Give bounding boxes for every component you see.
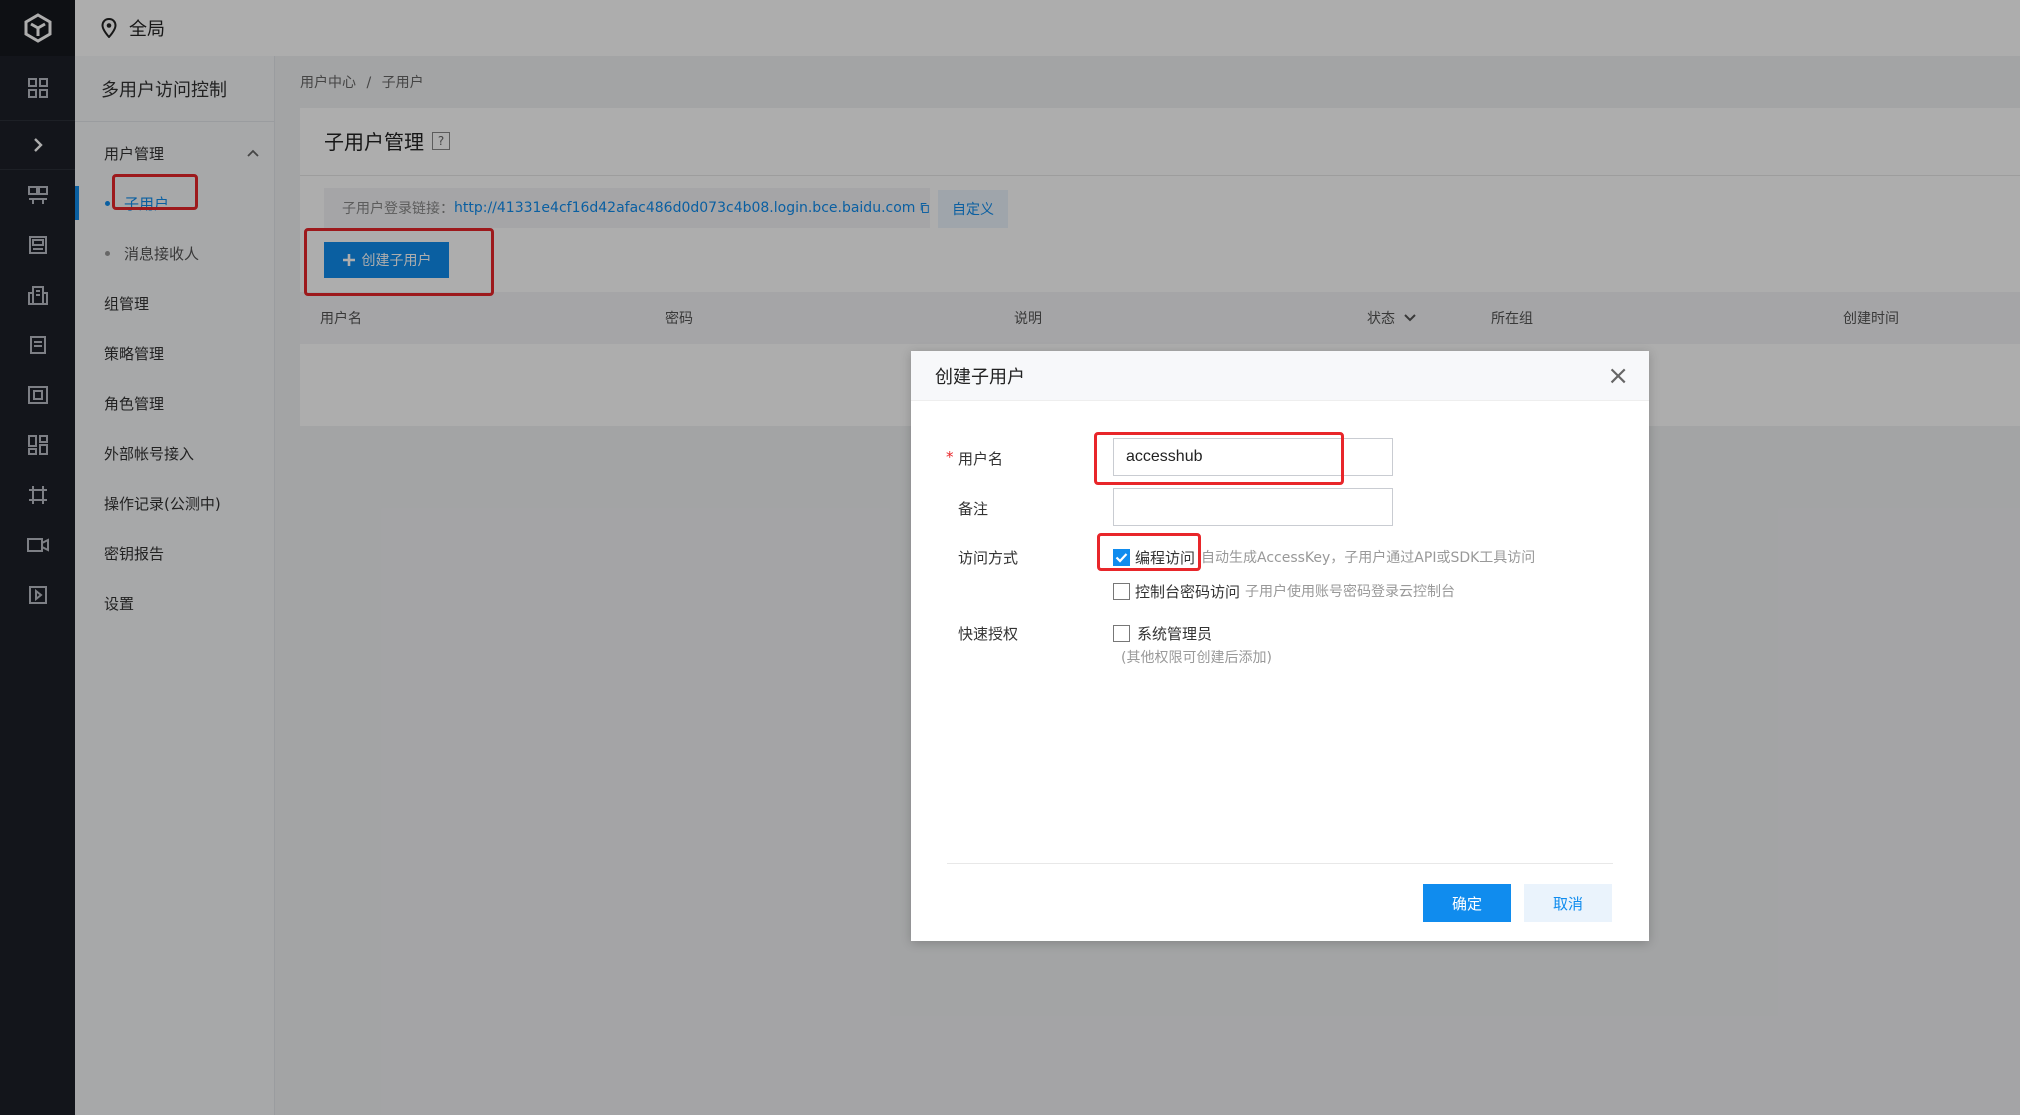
create-subuser-dialog: 创建子用户 × * 用户名 accesshub 备注 访问方式 编程访问 自动生成… bbox=[911, 351, 1649, 941]
quick-auth-label: 快速授权 bbox=[958, 625, 1019, 643]
quick-auth-hint: (其他权限可创建后添加) bbox=[1121, 650, 1272, 666]
console-access-label[interactable]: 控制台密码访问 bbox=[1135, 581, 1240, 602]
username-label: * 用户名 bbox=[946, 448, 1004, 469]
cancel-button[interactable]: 取消 bbox=[1524, 884, 1612, 922]
remark-label: 备注 bbox=[958, 500, 989, 518]
programmatic-access-checkbox[interactable] bbox=[1113, 549, 1130, 566]
programmatic-access-hint: 自动生成AccessKey，子用户通过API或SDK工具访问 bbox=[1201, 550, 1536, 566]
dialog-header: 创建子用户 × bbox=[911, 351, 1649, 401]
quick-auth-row: 快速授权 系统管理员 (其他权限可创建后添加) bbox=[911, 621, 1649, 681]
access-row: 访问方式 编程访问 自动生成AccessKey，子用户通过API或SDK工具访问… bbox=[911, 541, 1649, 611]
console-access-hint: 子用户使用账号密码登录云控制台 bbox=[1245, 584, 1455, 600]
console-access-checkbox[interactable] bbox=[1113, 583, 1130, 600]
required-mark: * bbox=[946, 448, 954, 466]
username-input[interactable]: accesshub bbox=[1113, 438, 1393, 476]
checkmark-icon bbox=[1115, 553, 1128, 563]
username-label-text: 用户名 bbox=[958, 450, 1004, 468]
dialog-title: 创建子用户 bbox=[935, 366, 1025, 388]
access-label: 访问方式 bbox=[958, 549, 1019, 567]
programmatic-access-label[interactable]: 编程访问 bbox=[1135, 547, 1195, 568]
remark-input[interactable] bbox=[1113, 488, 1393, 526]
system-admin-label[interactable]: 系统管理员 bbox=[1137, 623, 1212, 644]
dialog-footer-divider bbox=[947, 863, 1613, 864]
confirm-button[interactable]: 确定 bbox=[1423, 884, 1511, 922]
close-icon[interactable]: × bbox=[1607, 363, 1629, 389]
system-admin-checkbox[interactable] bbox=[1113, 625, 1130, 642]
remark-row: 备注 bbox=[911, 488, 1649, 528]
username-row: * 用户名 accesshub bbox=[911, 438, 1649, 478]
